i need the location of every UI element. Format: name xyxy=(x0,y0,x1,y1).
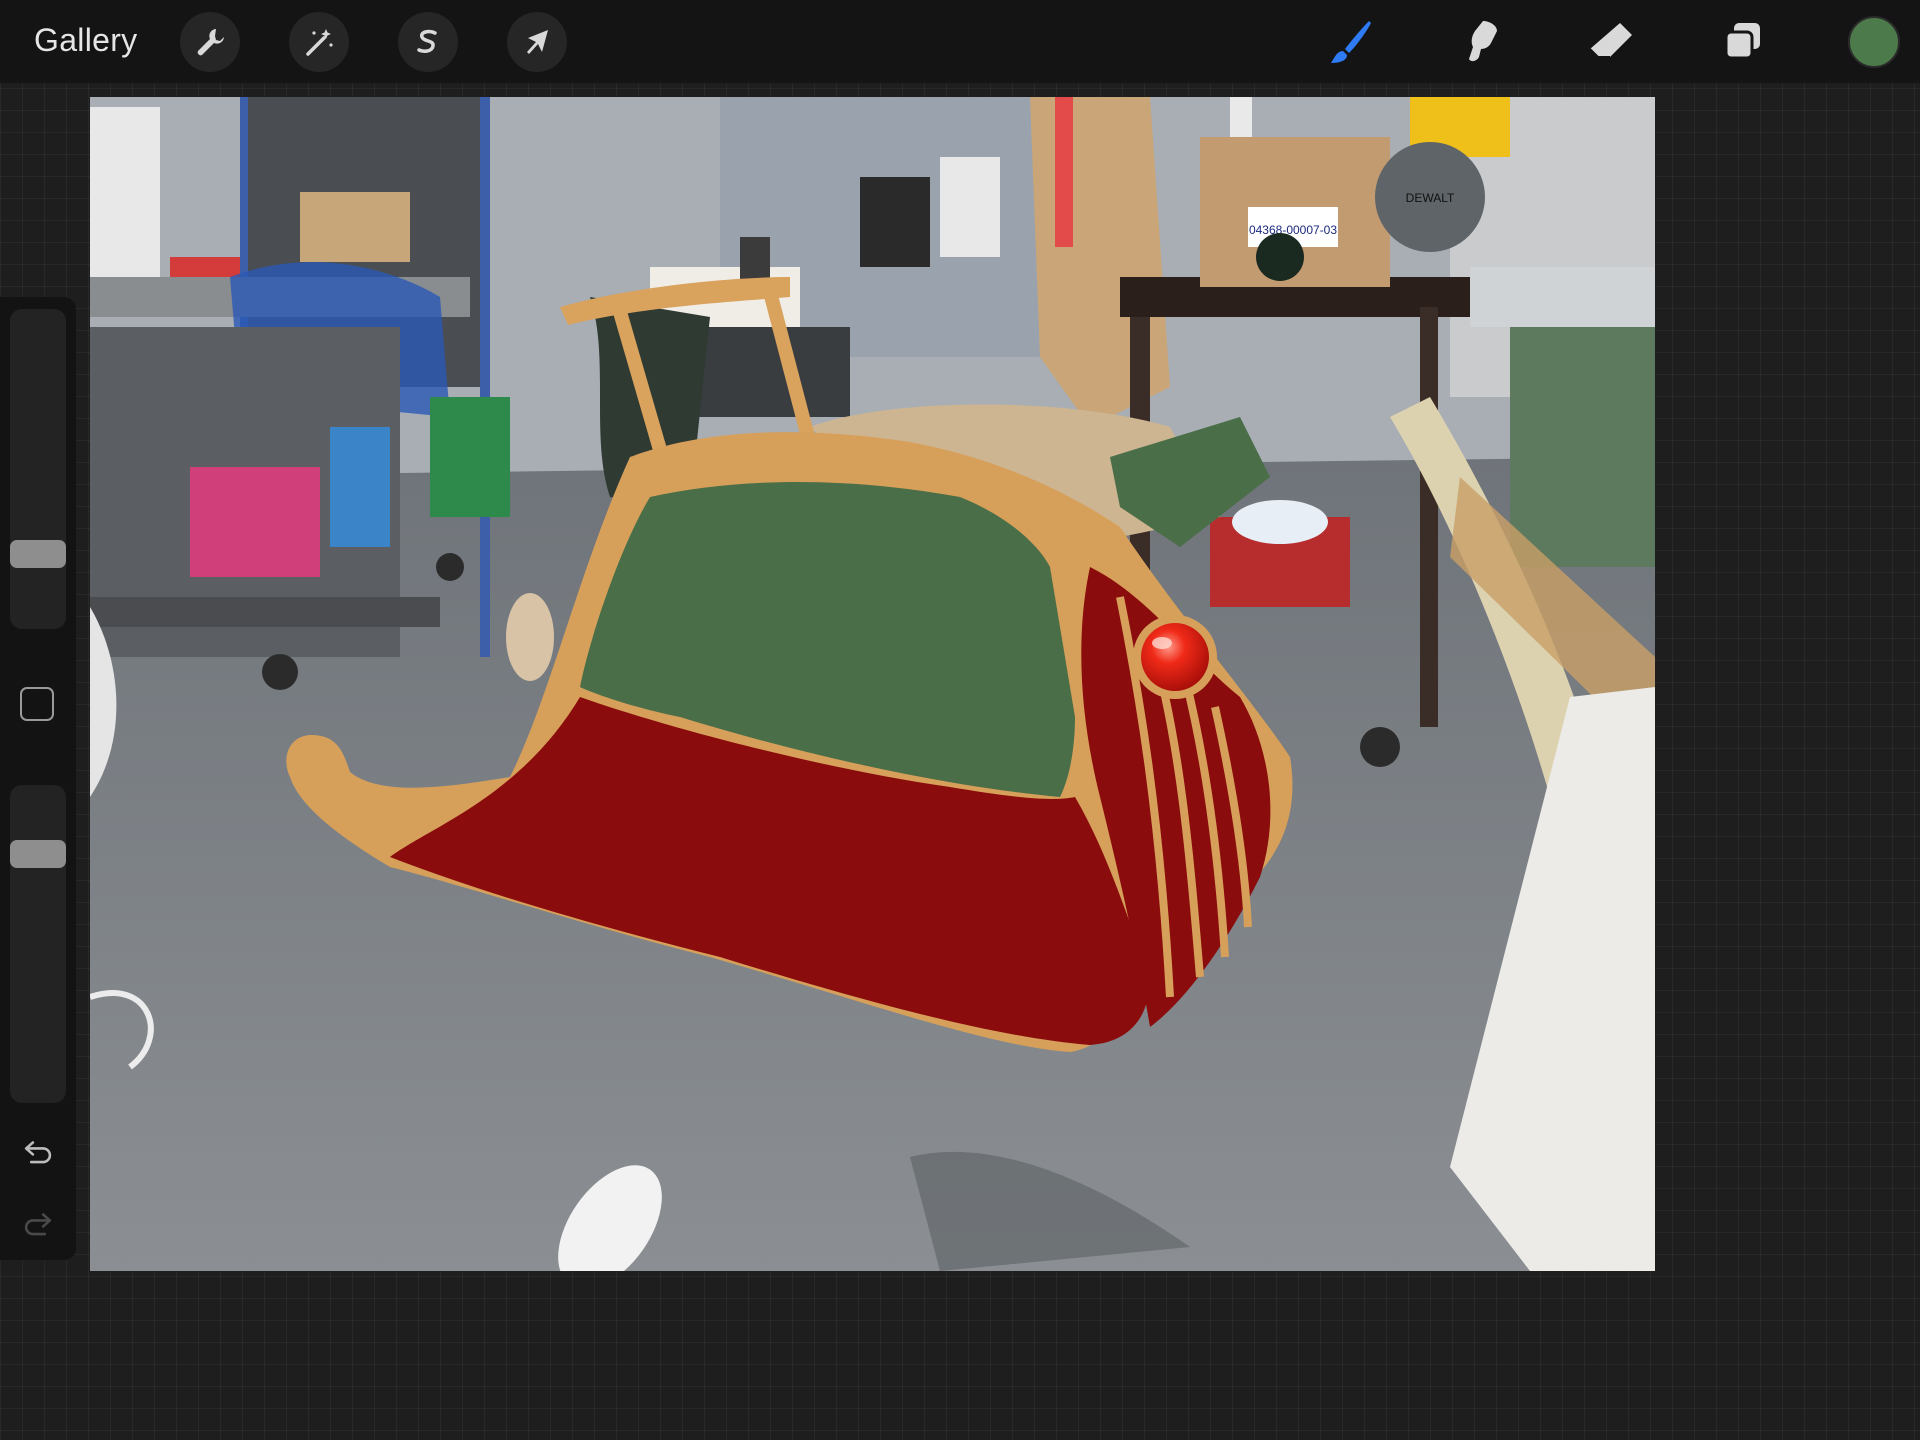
top-toolbar: Gallery xyxy=(0,0,1920,83)
left-sidebar xyxy=(0,297,76,1260)
undo-icon xyxy=(24,1141,52,1164)
smudge-icon xyxy=(1469,21,1497,62)
wrench-icon xyxy=(197,29,224,56)
canvas-artwork: 04368-00007-03 DEWALT xyxy=(90,97,1655,1271)
eraser-icon xyxy=(1589,23,1632,58)
actions-button[interactable] xyxy=(180,12,240,72)
undo-button[interactable] xyxy=(18,1131,58,1171)
adjustments-button[interactable] xyxy=(289,12,349,72)
modify-button[interactable] xyxy=(20,687,54,721)
saw-brand: DEWALT xyxy=(1406,191,1455,205)
selection-s-icon xyxy=(417,29,437,53)
redo-button[interactable] xyxy=(18,1203,58,1243)
drawing-canvas[interactable]: 04368-00007-03 DEWALT xyxy=(90,97,1655,1271)
transform-button[interactable] xyxy=(507,12,567,72)
eraser-button[interactable] xyxy=(1581,12,1641,72)
magic-wand-icon xyxy=(306,29,333,56)
gallery-button[interactable]: Gallery xyxy=(34,22,137,59)
cursor-arrow-icon xyxy=(527,30,548,54)
layers-icon xyxy=(1724,23,1760,60)
smudge-button[interactable] xyxy=(1450,12,1510,72)
brush-size-thumb[interactable] xyxy=(10,540,66,569)
layers-button[interactable] xyxy=(1713,12,1773,72)
color-picker-swatch[interactable] xyxy=(1848,16,1900,68)
brush-size-slider[interactable] xyxy=(10,309,66,629)
opacity-thumb[interactable] xyxy=(10,839,66,868)
brush-icon xyxy=(1331,21,1371,63)
redo-icon xyxy=(24,1213,52,1236)
brush-button[interactable] xyxy=(1320,12,1380,72)
box-label: 04368-00007-03 xyxy=(1249,223,1337,237)
selection-button[interactable] xyxy=(398,12,458,72)
opacity-slider[interactable] xyxy=(10,785,66,1103)
